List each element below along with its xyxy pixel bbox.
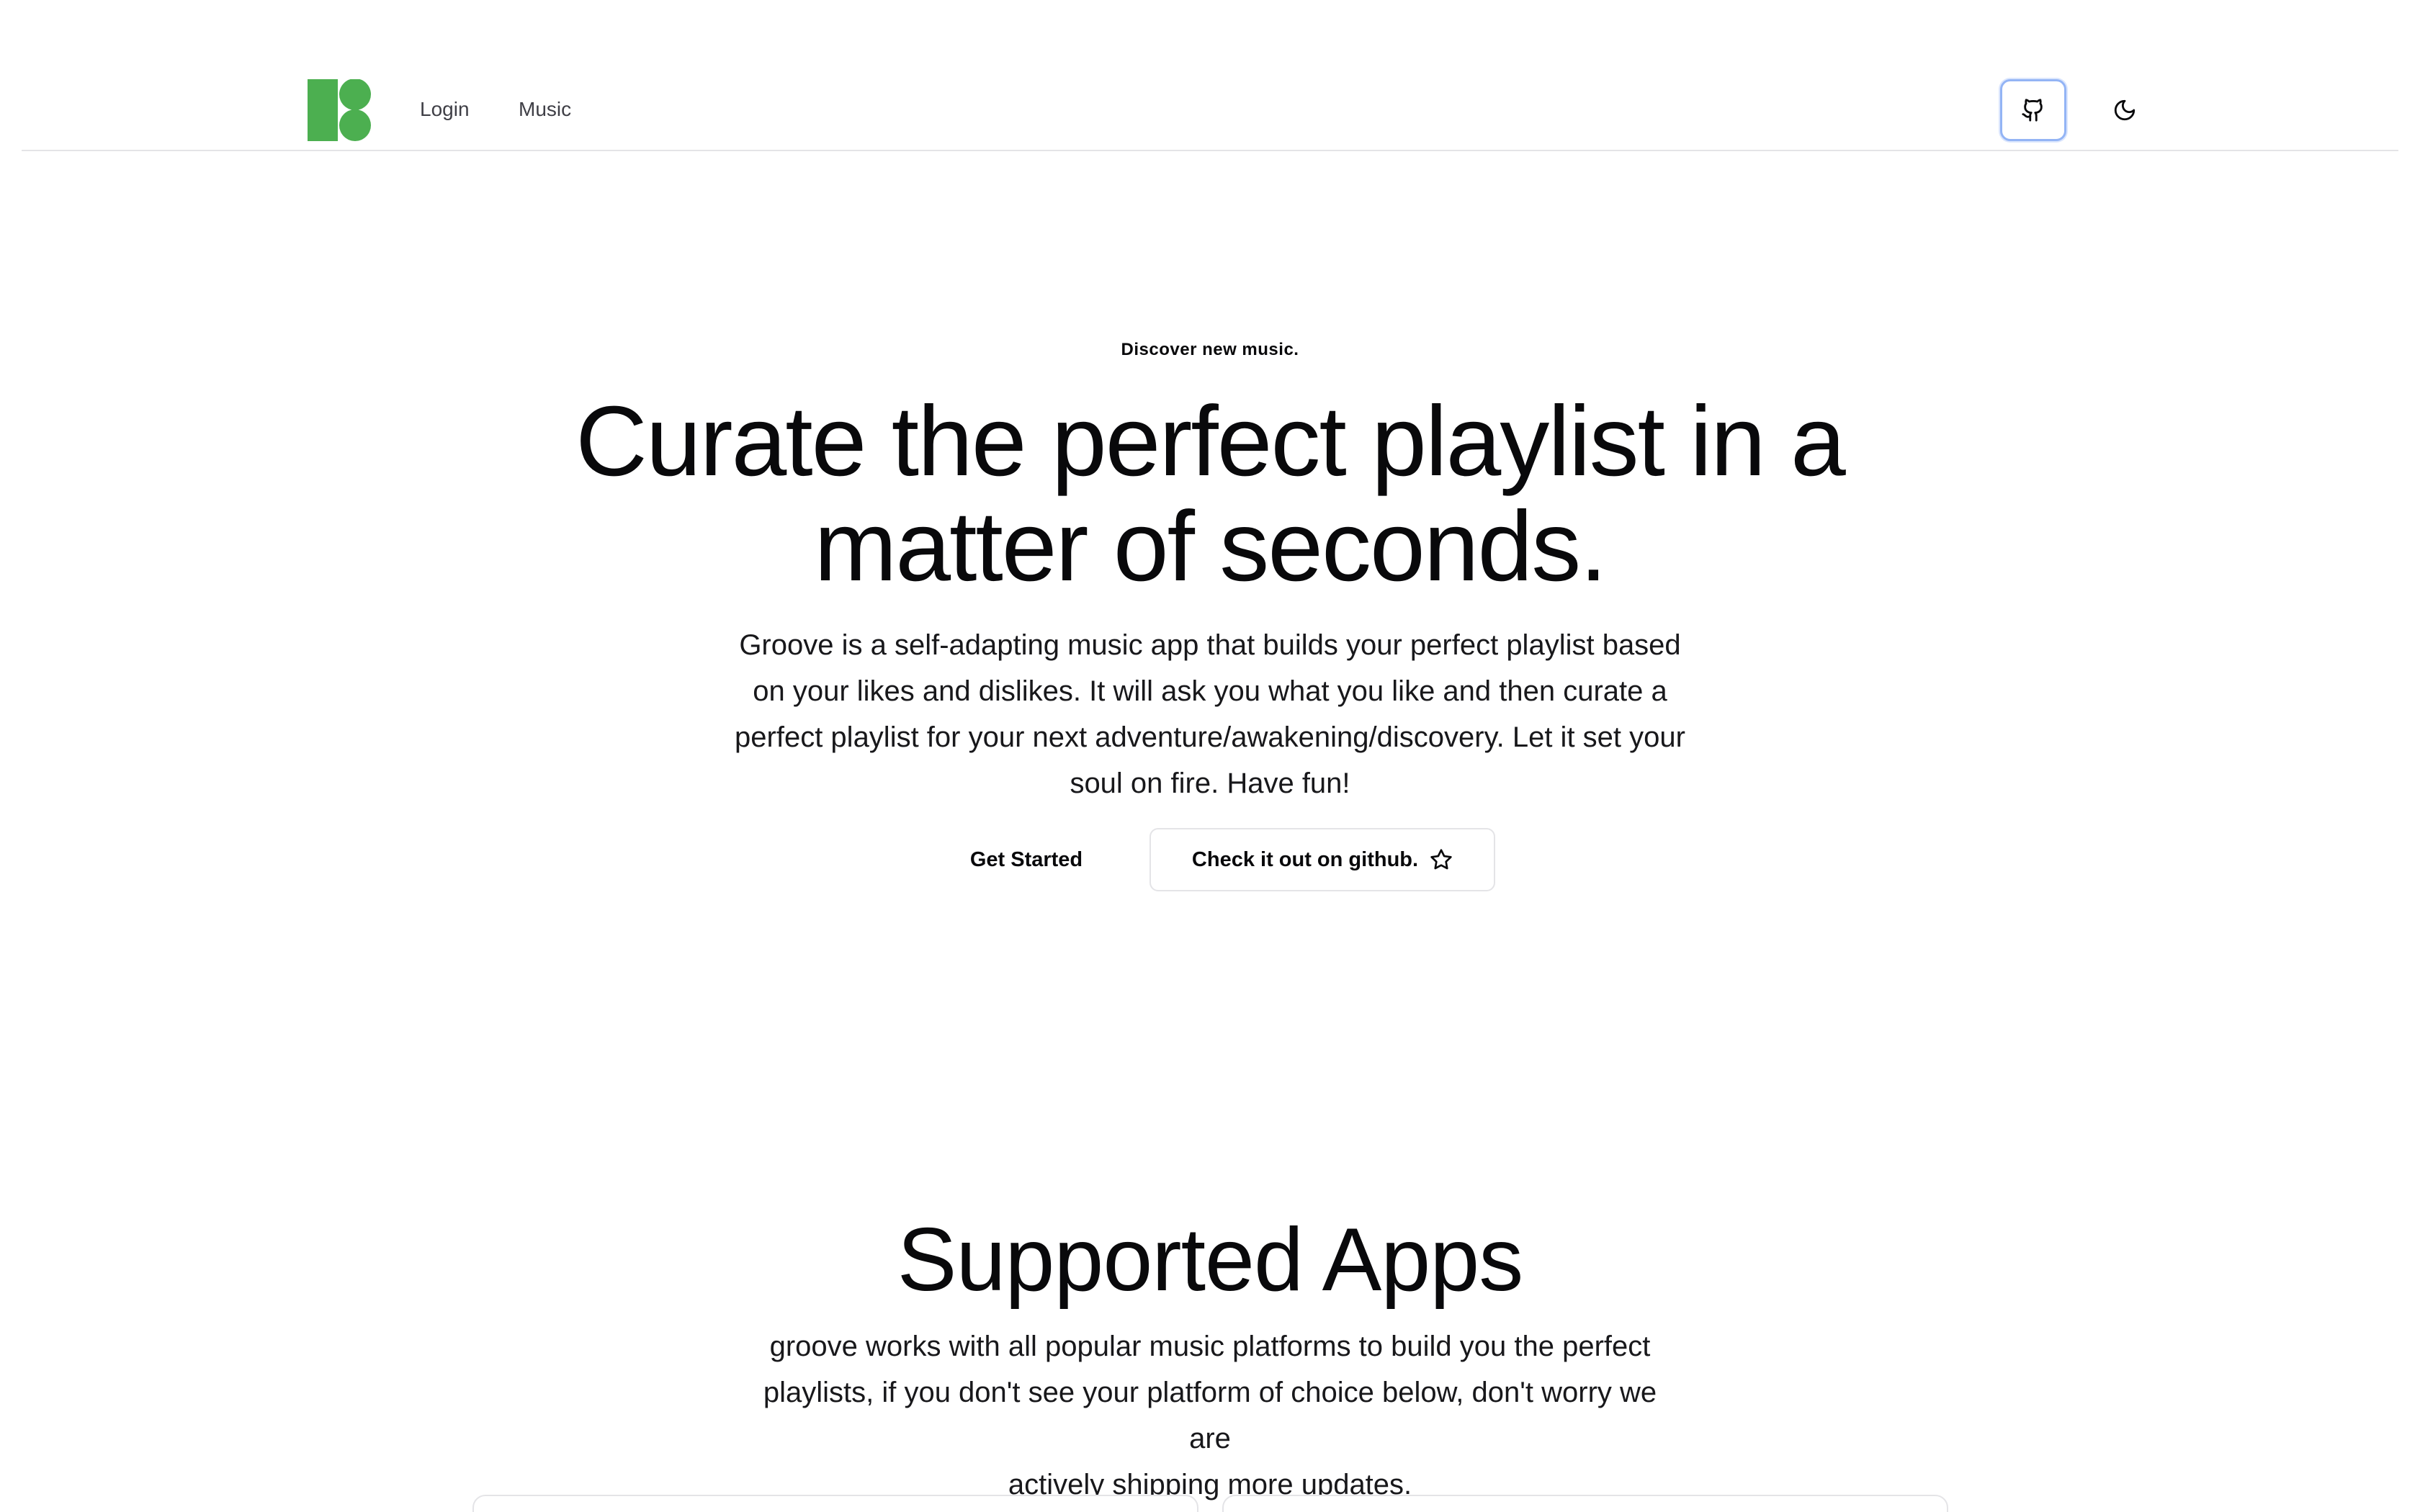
hero-description-line: on your likes and dislikes. It will ask … xyxy=(753,675,1667,707)
page: Login Music Discover new music. Curate t… xyxy=(0,0,2420,1512)
github-cta-button[interactable]: Check it out on github. xyxy=(1150,828,1495,891)
site-header: Login Music xyxy=(22,0,2398,151)
hero-eyebrow: Discover new music. xyxy=(1121,340,1299,359)
github-cta-label: Check it out on github. xyxy=(1191,847,1419,871)
theme-toggle-button[interactable] xyxy=(2092,79,2158,141)
hero-title-line: Curate the perfect playlist in a xyxy=(575,386,1846,497)
hero-title: Curate the perfect playlist in a matter … xyxy=(490,389,1930,599)
hero-description-line: soul on fire. Have fun! xyxy=(1070,768,1350,799)
supported-description-line: groove works with all popular music plat… xyxy=(769,1331,1651,1362)
get-started-button[interactable]: Get Started xyxy=(936,828,1116,891)
star-icon xyxy=(1430,849,1452,870)
supported-apps-description: groove works with all popular music plat… xyxy=(742,1323,1678,1508)
nav-music-link[interactable]: Music xyxy=(519,94,571,125)
github-button[interactable] xyxy=(2000,79,2066,141)
supported-description-line: playlists, if you don't see your platfor… xyxy=(763,1377,1657,1454)
groove-logo[interactable] xyxy=(308,79,372,141)
hero-description-line: perfect playlist for your next adventure… xyxy=(735,721,1685,753)
nav-login-link[interactable]: Login xyxy=(420,94,470,125)
app-card[interactable] xyxy=(1222,1495,1948,1512)
hero-cta-row: Get Started Check it out on github. xyxy=(0,828,2420,893)
app-card[interactable] xyxy=(472,1495,1198,1512)
github-icon xyxy=(2022,99,2043,122)
hero-title-line: matter of seconds. xyxy=(814,491,1607,602)
hero-description-line: Groove is a self-adapting music app that… xyxy=(739,629,1681,661)
hero-description: Groove is a self-adapting music app that… xyxy=(735,622,1685,806)
supported-apps-title: Supported Apps xyxy=(897,1210,1523,1310)
moon-icon xyxy=(2114,99,2136,121)
